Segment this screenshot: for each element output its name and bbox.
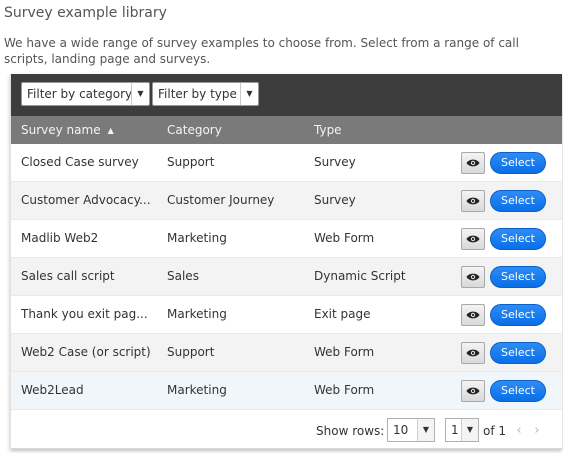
column-header-type[interactable]: Type [314, 116, 342, 144]
select-button[interactable]: Select [490, 342, 546, 364]
table-row[interactable]: Customer Advocacy... Customer Journey Su… [11, 182, 562, 220]
category-cell: Customer Journey [167, 193, 275, 207]
type-cell: Dynamic Script [314, 269, 406, 283]
intro-text: We have a wide range of survey examples … [4, 36, 519, 66]
page-title: Survey example library [4, 5, 167, 21]
caret-down-icon: ▼ [131, 83, 149, 105]
eye-icon [466, 235, 480, 243]
preview-button[interactable] [461, 342, 485, 364]
table-row[interactable]: Thank you exit pag... Marketing Exit pag… [11, 296, 562, 334]
eye-icon [466, 349, 480, 357]
eye-icon [466, 273, 480, 281]
column-header-survey-name[interactable]: Survey name ▲ [21, 116, 114, 144]
category-cell: Marketing [167, 383, 227, 397]
category-cell: Support [167, 345, 215, 359]
current-page-value: 1 [451, 423, 459, 437]
preview-button[interactable] [461, 152, 485, 174]
survey-name-cell: Sales call script [21, 269, 115, 283]
select-button[interactable]: Select [490, 228, 546, 250]
eye-icon [466, 387, 480, 395]
eye-icon [466, 159, 480, 167]
type-cell: Survey [314, 155, 356, 169]
survey-name-cell: Customer Advocacy... [21, 193, 151, 207]
survey-name-cell: Madlib Web2 [21, 231, 99, 245]
survey-name-cell: Closed Case survey [21, 155, 139, 169]
eye-icon [466, 311, 480, 319]
preview-button[interactable] [461, 228, 485, 250]
survey-library-panel: Filter by category ▼ Filter by type ▼ Su… [10, 74, 562, 449]
preview-button[interactable] [461, 266, 485, 288]
filter-by-type-label: Filter by type [158, 87, 237, 101]
column-header-category[interactable]: Category [167, 116, 222, 144]
sort-ascending-icon: ▲ [107, 126, 114, 135]
show-rows-label: Show rows: [316, 424, 385, 438]
table-row[interactable]: Closed Case survey Support Survey Select [11, 144, 562, 182]
table-row[interactable]: Sales call script Sales Dynamic Script S… [11, 258, 562, 296]
rows-per-page-select[interactable]: 10 ▼ [387, 418, 435, 442]
eye-icon [466, 197, 480, 205]
page-count-label: of 1 [483, 424, 507, 438]
chevron-right-icon[interactable]: › [531, 422, 543, 440]
survey-name-cell: Thank you exit pag... [21, 307, 148, 321]
select-button[interactable]: Select [490, 190, 546, 212]
filter-by-category-dropdown[interactable]: Filter by category ▼ [21, 82, 150, 106]
table-row[interactable]: Madlib Web2 Marketing Web Form Select [11, 220, 562, 258]
filter-by-type-dropdown[interactable]: Filter by type ▼ [152, 82, 259, 106]
rows-per-page-value: 10 [393, 423, 409, 437]
filter-by-category-label: Filter by category [27, 87, 133, 101]
type-cell: Exit page [314, 307, 371, 321]
type-cell: Web Form [314, 345, 375, 359]
select-button[interactable]: Select [490, 266, 546, 288]
preview-button[interactable] [461, 304, 485, 326]
caret-down-icon: ▼ [240, 83, 258, 105]
table-row[interactable]: Web2 Case (or script) Support Web Form S… [11, 334, 562, 372]
caret-down-icon: ▼ [461, 419, 478, 441]
table-body: Closed Case survey Support Survey Select… [11, 144, 562, 410]
filter-toolbar: Filter by category ▼ Filter by type ▼ [11, 74, 562, 116]
type-cell: Web Form [314, 231, 375, 245]
table-header: Survey name ▲ Category Type [11, 116, 562, 144]
category-cell: Marketing [167, 307, 227, 321]
select-button[interactable]: Select [490, 152, 546, 174]
category-cell: Support [167, 155, 215, 169]
preview-button[interactable] [461, 380, 485, 402]
select-button[interactable]: Select [490, 380, 546, 402]
page-number-select[interactable]: 1 ▼ [445, 418, 479, 442]
table-row[interactable]: Web2Lead Marketing Web Form Select [11, 372, 562, 410]
caret-down-icon: ▼ [417, 419, 434, 441]
type-cell: Survey [314, 193, 356, 207]
survey-name-cell: Web2 Case (or script) [21, 345, 151, 359]
pagination-bar: Show rows: 10 ▼ 1 ▼ of 1 ‹ › [11, 416, 562, 448]
chevron-left-icon[interactable]: ‹ [513, 422, 525, 440]
category-cell: Marketing [167, 231, 227, 245]
preview-button[interactable] [461, 190, 485, 212]
select-button[interactable]: Select [490, 304, 546, 326]
category-cell: Sales [167, 269, 199, 283]
type-cell: Web Form [314, 383, 375, 397]
survey-name-cell: Web2Lead [21, 383, 84, 397]
